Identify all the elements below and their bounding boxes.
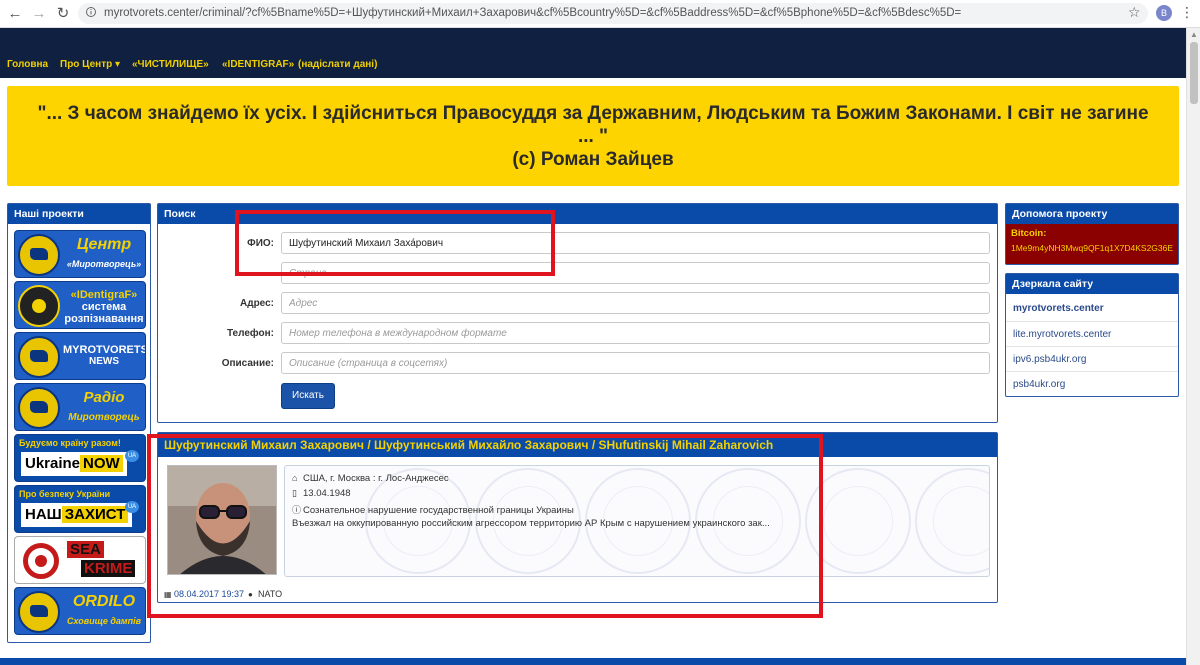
banner-author: (с) Роман Зайцев bbox=[512, 149, 674, 170]
project-identigraf[interactable]: «IDentigraF» система розпізнавання bbox=[14, 281, 146, 329]
scrollbar-thumb[interactable] bbox=[1190, 42, 1198, 104]
project-radio[interactable]: Радіо Миротворець bbox=[14, 383, 146, 431]
project-centr[interactable]: Центр «Миротворець» bbox=[14, 230, 146, 278]
address-bar[interactable]: myrotvorets.center/criminal/?cf%5Bname%5… bbox=[78, 3, 1148, 24]
search-button[interactable]: Искать bbox=[281, 383, 335, 409]
ua-badge-icon: UA bbox=[125, 501, 139, 513]
nav-send-data[interactable]: (надіслати дані) bbox=[298, 59, 377, 70]
bitcoin-box: Bitcoin: 1Me9m4yNH3Mwq9QF1q1X7D4KS2G36Et… bbox=[1006, 224, 1178, 264]
banner-quote: "... З часом знайдемо їх усіх. І здійсни… bbox=[37, 103, 1149, 147]
nav-identigraf[interactable]: «IDENTIGRAF» bbox=[222, 59, 294, 70]
project-nash-zahyst[interactable]: Про безпеку України НАШ ЗАХИСТ UA bbox=[14, 485, 146, 533]
back-arrow-icon[interactable]: ← bbox=[6, 5, 24, 23]
project-ordilo[interactable]: ORDILO Сховище дампів bbox=[14, 587, 146, 635]
ukraine-now-tagline: Будуємо країну разом! bbox=[19, 438, 121, 448]
projects-panel: Наші проекти Центр «Миротворець» «IDenti… bbox=[7, 203, 151, 643]
kebab-menu-icon[interactable]: ⋮ bbox=[1180, 4, 1194, 21]
phone-input[interactable] bbox=[281, 322, 990, 344]
seal-icon bbox=[18, 336, 60, 378]
page-scrollbar[interactable]: ▲ bbox=[1186, 28, 1200, 665]
address-label: Адрес: bbox=[240, 298, 274, 309]
sea-krime-word-b: KRIME bbox=[81, 560, 136, 577]
nash-zahyst-word-b: ЗАХИСТ bbox=[61, 506, 129, 523]
ordilo-seal-icon bbox=[18, 591, 60, 633]
project-radio-sub: Миротворець bbox=[68, 412, 140, 423]
seal-icon bbox=[18, 234, 60, 276]
address-input[interactable] bbox=[281, 292, 990, 314]
ua-badge-icon: UA bbox=[125, 450, 139, 462]
nav-about[interactable]: Про Центр ▾ bbox=[60, 59, 120, 70]
bookmark-star-icon[interactable]: ☆ bbox=[1128, 4, 1141, 21]
ukraine-now-word-a: Ukraine bbox=[25, 455, 81, 472]
project-ordilo-title: ORDILO bbox=[72, 593, 136, 610]
ukraine-now-logo: Ukraine NOW bbox=[21, 452, 127, 476]
ukraine-now-word-b: NOW bbox=[80, 455, 123, 472]
help-title: Допомога проекту bbox=[1006, 204, 1178, 224]
bitcoin-label: Bitcoin: bbox=[1011, 228, 1047, 239]
project-radio-title: Радіо bbox=[83, 389, 125, 406]
mirror-link[interactable]: lite.myrotvorets.center bbox=[1006, 321, 1178, 346]
mirrors-panel: Дзеркала сайту myrotvorets.center lite.m… bbox=[1005, 273, 1179, 397]
mirror-link[interactable]: ipv6.psb4ukr.org bbox=[1006, 346, 1178, 371]
project-centr-title: Центр bbox=[76, 236, 132, 253]
project-ukraine-now[interactable]: Будуємо країну разом! Ukraine NOW UA bbox=[14, 434, 146, 482]
nash-zahyst-logo: НАШ ЗАХИСТ bbox=[21, 503, 133, 527]
camera-lens-icon bbox=[18, 285, 60, 327]
annotation-box-fio bbox=[235, 210, 555, 276]
reload-icon[interactable]: ↻ bbox=[54, 5, 72, 23]
url-text: myrotvorets.center/criminal/?cf%5Bname%5… bbox=[104, 7, 962, 19]
mirror-link[interactable]: myrotvorets.center bbox=[1006, 296, 1178, 321]
ship-wheel-hub bbox=[35, 555, 47, 567]
help-panel: Допомога проекту Bitcoin: 1Me9m4yNH3Mwq9… bbox=[1005, 203, 1179, 265]
info-icon[interactable] bbox=[86, 6, 96, 18]
projects-title: Наші проекти bbox=[8, 204, 150, 224]
phone-label: Телефон: bbox=[226, 328, 274, 339]
browser-toolbar: ← → ↻ myrotvorets.center/criminal/?cf%5B… bbox=[0, 0, 1200, 28]
scroll-up-icon[interactable]: ▲ bbox=[1190, 30, 1198, 39]
description-input[interactable] bbox=[281, 352, 990, 374]
nav-chystylyshche[interactable]: «ЧИСТИЛИЩЕ» bbox=[132, 59, 209, 70]
sea-krime-word-a: SEA bbox=[67, 541, 104, 558]
annotation-box-result bbox=[147, 434, 823, 618]
bitcoin-address[interactable]: 1Me9m4yNH3Mwq9QF1q1X7D4KS2G36EtXqJ bbox=[1011, 243, 1173, 253]
project-news[interactable]: MYROTVORETS NEWS bbox=[14, 332, 146, 380]
mirrors-title: Дзеркала сайту bbox=[1006, 274, 1178, 294]
site-navbar: Головна Про Центр ▾ «ЧИСТИЛИЩЕ» «IDENTIG… bbox=[0, 28, 1186, 78]
project-sea-krime[interactable]: SEA KRIME bbox=[14, 536, 146, 584]
quote-banner: "... З часом знайдемо їх усіх. І здійсни… bbox=[7, 86, 1179, 186]
description-label: Описание: bbox=[221, 358, 274, 369]
profile-avatar[interactable]: B bbox=[1156, 5, 1172, 21]
project-ordilo-sub: Сховище дампів bbox=[66, 616, 142, 626]
forward-arrow-icon[interactable]: → bbox=[30, 5, 48, 23]
nav-home[interactable]: Головна bbox=[7, 59, 48, 70]
nash-zahyst-word-a: НАШ bbox=[25, 506, 62, 523]
project-news-sub: NEWS bbox=[89, 356, 119, 367]
project-identigraf-sub: система розпізнавання bbox=[64, 301, 144, 325]
project-centr-sub: «Миротворець» bbox=[66, 259, 142, 269]
radio-seal-icon bbox=[18, 387, 60, 429]
watermark-seal-icon bbox=[915, 468, 989, 574]
nash-zahyst-tagline: Про безпеку України bbox=[19, 489, 111, 499]
footer-strip bbox=[0, 658, 1186, 665]
mirror-link[interactable]: psb4ukr.org bbox=[1006, 371, 1178, 396]
